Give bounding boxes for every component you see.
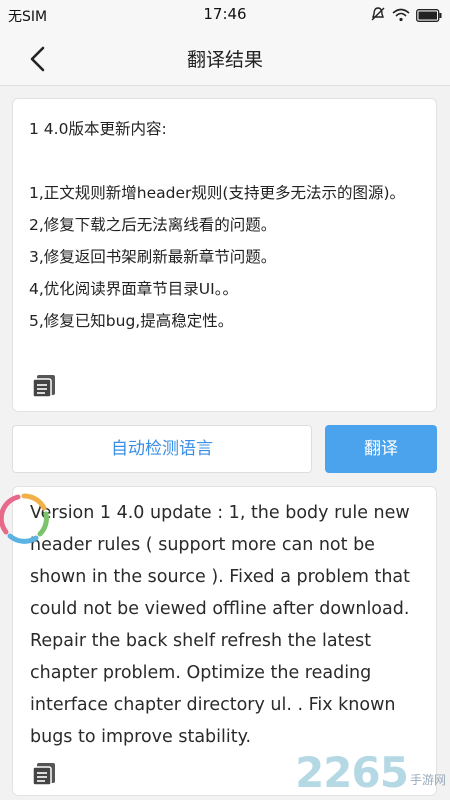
battery-icon [416,7,442,26]
page-title: 翻译结果 [186,49,263,71]
watermark-number: 2265 [295,748,409,797]
wifi-icon [392,7,410,26]
status-bar: 无SIM 17:46 [0,0,450,30]
copy-icon[interactable] [31,373,57,399]
detect-language-button[interactable]: 自动检测语言 [12,425,312,473]
source-text[interactable]: 1 4.0版本更新内容: 1,正文规则新增header规则(支持更多无法示的图源… [29,113,424,337]
loading-spinner-icon [0,490,52,546]
mute-icon [370,6,386,26]
translate-button[interactable]: 翻译 [325,425,437,473]
source-text-card[interactable]: 1 4.0版本更新内容: 1,正文规则新增header规则(支持更多无法示的图源… [12,98,437,412]
translation-result-text[interactable]: Version 1 4.0 update : 1, the body rule … [30,497,434,753]
app-header: 翻译结果 [0,30,450,86]
status-icons [370,6,442,26]
watermark-suffix: 手游网 [409,773,446,787]
copy-icon[interactable] [31,761,57,787]
watermark-logo: 2265 手游网 [295,752,446,794]
